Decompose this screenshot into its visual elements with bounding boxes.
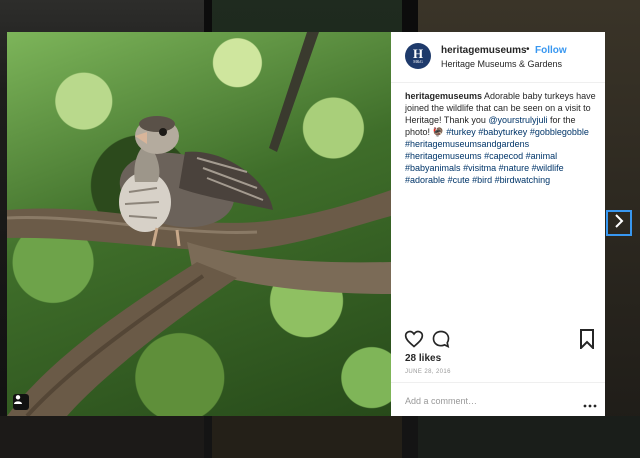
turkey-on-branch-illustration — [7, 32, 391, 416]
comment-input[interactable] — [405, 394, 565, 408]
post-header: H M&G heritagemuseums • Follow Heritage … — [391, 32, 605, 83]
heart-icon[interactable] — [404, 329, 424, 354]
mention-link[interactable]: @yourstrulyjuli — [488, 115, 547, 125]
user-tag-icon[interactable] — [13, 394, 29, 410]
hashtag-link[interactable]: #babyturkey — [478, 127, 527, 137]
separator-dot: • — [526, 44, 530, 55]
chevron-right-icon — [614, 213, 624, 233]
hashtag-link[interactable]: #heritagemuseums — [405, 151, 482, 161]
hashtag-link[interactable]: #gobblegobble — [530, 127, 589, 137]
location-link[interactable]: Heritage Museums & Gardens — [441, 59, 562, 69]
post-modal: H M&G heritagemuseums • Follow Heritage … — [7, 32, 605, 416]
hashtag-link[interactable]: #bird — [472, 175, 492, 185]
hashtag-link[interactable]: #nature — [499, 163, 530, 173]
hashtag-link[interactable]: #animal — [526, 151, 558, 161]
hashtag-link[interactable]: #birdwatching — [495, 175, 551, 185]
avatar-subtext: M&G — [413, 59, 423, 64]
bookmark-icon[interactable] — [579, 329, 595, 354]
hashtag-link[interactable]: #turkey — [446, 127, 476, 137]
post-sidebar: H M&G heritagemuseums • Follow Heritage … — [391, 32, 605, 416]
username-link[interactable]: heritagemuseums — [441, 45, 527, 56]
hashtag-link[interactable]: #wildlife — [532, 163, 564, 173]
background-post-tile-4[interactable] — [0, 416, 204, 458]
action-bar — [391, 329, 605, 353]
hashtag-link[interactable]: #adorable — [405, 175, 445, 185]
hashtag-link[interactable]: #heritagemuseumsandgardens — [405, 139, 529, 149]
post-photo[interactable] — [7, 32, 391, 416]
post-date[interactable]: JUNE 28, 2016 — [405, 369, 451, 375]
hashtag-link[interactable]: #capecod — [484, 151, 523, 161]
more-options-icon[interactable] — [583, 396, 597, 414]
follow-button[interactable]: Follow — [535, 45, 567, 56]
hashtag-link[interactable]: #cute — [448, 175, 470, 185]
background-post-tile-5[interactable] — [212, 416, 402, 458]
comment-icon[interactable] — [431, 329, 451, 354]
avatar[interactable]: H M&G — [405, 43, 431, 69]
comment-bar — [391, 382, 605, 417]
post-caption: heritagemuseums Adorable baby turkeys ha… — [405, 90, 597, 186]
avatar-letter: H — [412, 46, 424, 61]
background-post-tile-6[interactable] — [418, 416, 640, 458]
next-post-button[interactable] — [606, 210, 632, 236]
like-count[interactable]: 28 likes — [405, 353, 441, 364]
caption-username[interactable]: heritagemuseums — [405, 91, 482, 101]
hashtag-link[interactable]: #visitma — [463, 163, 496, 173]
background-row-2 — [0, 416, 640, 458]
hashtag-link[interactable]: #babyanimals — [405, 163, 461, 173]
